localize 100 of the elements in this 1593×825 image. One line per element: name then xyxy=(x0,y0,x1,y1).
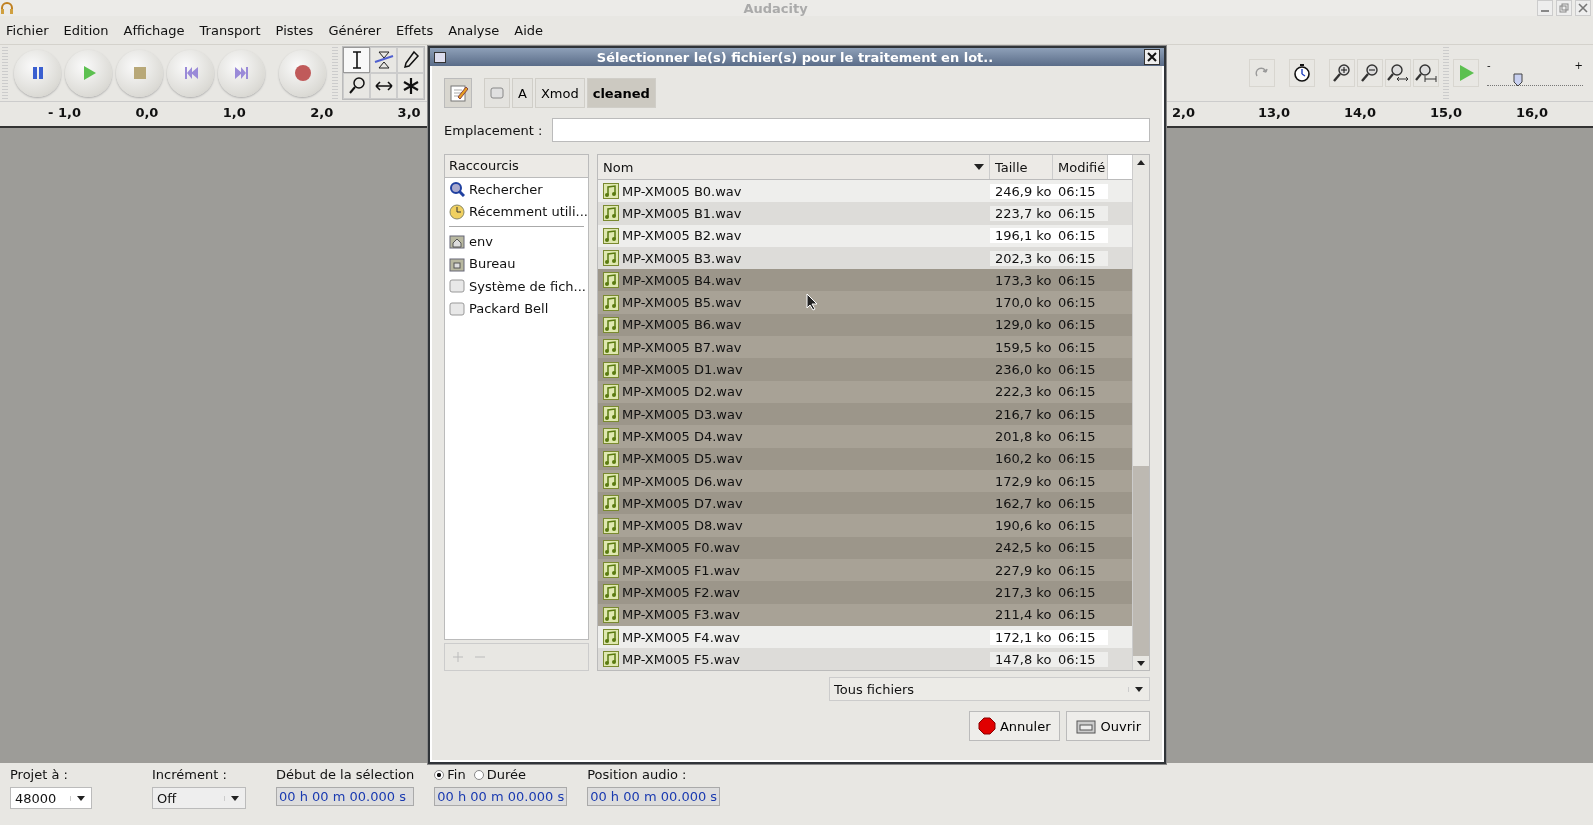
drive-icon xyxy=(490,87,504,99)
file-row[interactable]: MP-XM005 F3.wav 211,4 ko 06:15 xyxy=(598,603,1132,626)
file-row[interactable]: MP-XM005 D6.wav 172,9 ko 06:15 xyxy=(598,469,1132,493)
file-row[interactable]: MP-XM005 D2.wav 222,3 ko 06:15 xyxy=(598,380,1132,403)
file-row[interactable]: MP-XM005 F1.wav 227,9 ko 06:15 xyxy=(598,559,1132,582)
shortcut-item[interactable]: Bureau xyxy=(445,252,588,275)
file-row[interactable]: MP-XM005 F2.wav 217,3 ko 06:15 xyxy=(598,581,1132,604)
file-row[interactable]: MP-XM005 D8.wav 190,6 ko 06:15 xyxy=(598,514,1132,537)
file-row[interactable]: MP-XM005 D4.wav 201,8 ko 06:15 xyxy=(598,425,1132,448)
minimize-button[interactable] xyxy=(1537,0,1553,16)
edit-location-button[interactable] xyxy=(444,78,472,108)
menu-item[interactable]: Pistes xyxy=(275,22,314,38)
table-cell-text: 170,0 ko xyxy=(994,295,1053,311)
menu-item[interactable]: Générer xyxy=(328,22,382,38)
path-button[interactable]: A xyxy=(512,78,533,108)
table-cell: 06:15 xyxy=(1053,629,1108,645)
end-button[interactable] xyxy=(218,49,265,97)
file-row[interactable]: MP-XM005 B3.wav 202,3 ko 06:15 xyxy=(598,246,1132,270)
menu-item[interactable]: Fichier xyxy=(6,22,49,38)
record-icon xyxy=(292,63,313,83)
file-row[interactable]: MP-XM005 B0.wav 246,9 ko 06:15 xyxy=(598,180,1132,203)
file-row[interactable]: MP-XM005 B2.wav 196,1 ko 06:15 xyxy=(598,224,1132,247)
menu-item[interactable]: Analyse xyxy=(448,22,500,38)
window-menu-icon[interactable] xyxy=(434,51,446,63)
minimize-icon xyxy=(1541,10,1549,12)
table-cell: 06:15 xyxy=(1053,183,1108,199)
audio-file-icon xyxy=(603,428,619,445)
snap-combo[interactable]: Off xyxy=(152,787,246,809)
ruler-label: 15,0 xyxy=(1430,105,1463,120)
file-row[interactable]: MP-XM005 D5.wav 160,2 ko 06:15 xyxy=(598,447,1132,470)
ibeam-tool[interactable] xyxy=(343,47,370,73)
file-row[interactable]: MP-XM005 B1.wav 223,7 ko 06:15 xyxy=(598,202,1132,225)
file-row[interactable]: MP-XM005 F4.wav 172,1 ko 06:15 xyxy=(598,625,1132,649)
record-button[interactable] xyxy=(279,49,326,97)
speed-slider[interactable] xyxy=(1487,70,1583,86)
shortcut-item[interactable]: env xyxy=(445,230,588,253)
menu-item[interactable]: Edition xyxy=(63,22,109,38)
table-cell: 06:15 xyxy=(1053,228,1108,244)
file-row[interactable]: MP-XM005 B5.wav 170,0 ko 06:15 xyxy=(598,291,1132,314)
close-button[interactable] xyxy=(1144,49,1160,65)
shortcut-item[interactable]: Récemment utili... xyxy=(445,200,588,223)
timeshift-tool[interactable] xyxy=(370,73,397,99)
radio-button[interactable] xyxy=(473,769,484,780)
zoom-in-button[interactable] xyxy=(1329,59,1355,87)
pencil-tool[interactable] xyxy=(397,47,424,73)
file-row[interactable]: MP-XM005 F0.wav 242,5 ko 06:15 xyxy=(598,536,1132,560)
audio-position-field[interactable]: 00 h 00 m 00.000 s xyxy=(587,787,721,806)
pause-button[interactable] xyxy=(14,49,61,97)
file-row[interactable]: MP-XM005 D7.wav 162,7 ko 06:15 xyxy=(598,492,1132,515)
start-button[interactable] xyxy=(167,49,214,97)
shortcut-item[interactable]: Système de fich... xyxy=(445,275,588,298)
multi-tool[interactable] xyxy=(397,73,424,99)
menu-item[interactable]: Affichage xyxy=(123,22,185,38)
file-row[interactable]: MP-XM005 D3.wav 216,7 ko 06:15 xyxy=(598,402,1132,426)
path-button[interactable]: Xmod xyxy=(534,78,585,108)
fit-project-button[interactable] xyxy=(1413,59,1439,87)
file-row[interactable]: MP-XM005 D1.wav 236,0 ko 06:15 xyxy=(598,358,1132,381)
caret-icon xyxy=(1135,686,1143,692)
audio-file-icon xyxy=(603,250,619,267)
audio-file-icon xyxy=(603,339,619,356)
column-header[interactable]: Raccourcis xyxy=(445,155,588,178)
zoom-out-button[interactable] xyxy=(1357,59,1383,87)
table-cell-text: 06:15 xyxy=(1057,562,1097,578)
file-name: MP-XM005 F5.wav xyxy=(622,651,741,667)
file-row[interactable]: MP-XM005 B4.wav 173,3 ko 06:15 xyxy=(598,269,1132,292)
menu-item[interactable]: Transport xyxy=(199,22,261,38)
file-row[interactable]: MP-XM005 B6.wav 129,0 ko 06:15 xyxy=(598,313,1132,337)
column-header[interactable]: Taille xyxy=(990,155,1053,179)
end-time-field[interactable]: 00 h 00 m 00.000 s xyxy=(434,787,568,806)
file-row[interactable]: MP-XM005 B7.wav 159,5 ko 06:15 xyxy=(598,336,1132,359)
path-button[interactable]: cleaned xyxy=(586,78,656,108)
table-cell-text: 06:15 xyxy=(1057,585,1097,600)
timer-button[interactable] xyxy=(1289,59,1315,87)
rate-combo[interactable]: 48000 xyxy=(10,787,92,809)
envelope-tool[interactable] xyxy=(370,47,397,73)
table-cell-text: 190,6 ko xyxy=(994,518,1053,534)
table-cell: 06:15 xyxy=(1053,651,1108,667)
menu-item[interactable]: Effets xyxy=(396,22,434,38)
menu-item[interactable]: Aide xyxy=(514,22,544,38)
table-cell: 06:15 xyxy=(1053,205,1108,221)
column-header[interactable]: Nom xyxy=(598,155,990,179)
column-header[interactable]: Modifié xyxy=(1053,155,1108,179)
zoom-tool[interactable] xyxy=(343,73,370,99)
file-type-combo[interactable]: Tous fichiers xyxy=(829,677,1150,701)
open-button[interactable]: Ouvrir xyxy=(1065,711,1150,741)
audio-file-icon xyxy=(603,316,619,333)
file-row[interactable]: MP-XM005 F5.wav 147,8 ko 06:15 xyxy=(598,648,1132,670)
shortcut-item[interactable]: Rechercher xyxy=(445,178,588,201)
scrollbar[interactable] xyxy=(1132,155,1149,670)
file-name: MP-XM005 B6.wav xyxy=(622,317,742,333)
fit-selection-button[interactable] xyxy=(1385,59,1411,87)
slider-thumb[interactable] xyxy=(1512,72,1523,87)
cancel-button[interactable]: Annuler xyxy=(968,711,1060,741)
shortcut-item[interactable]: Packard Bell xyxy=(445,297,588,320)
start-time-field[interactable]: 00 h 00 m 00.000 s xyxy=(276,787,415,806)
location-field[interactable] xyxy=(552,118,1150,142)
radio-button[interactable] xyxy=(434,769,445,780)
mouse-cursor xyxy=(806,293,818,311)
table-cell-text: 173,3 ko xyxy=(994,272,1053,288)
table-cell: 147,8 ko xyxy=(990,651,1053,667)
